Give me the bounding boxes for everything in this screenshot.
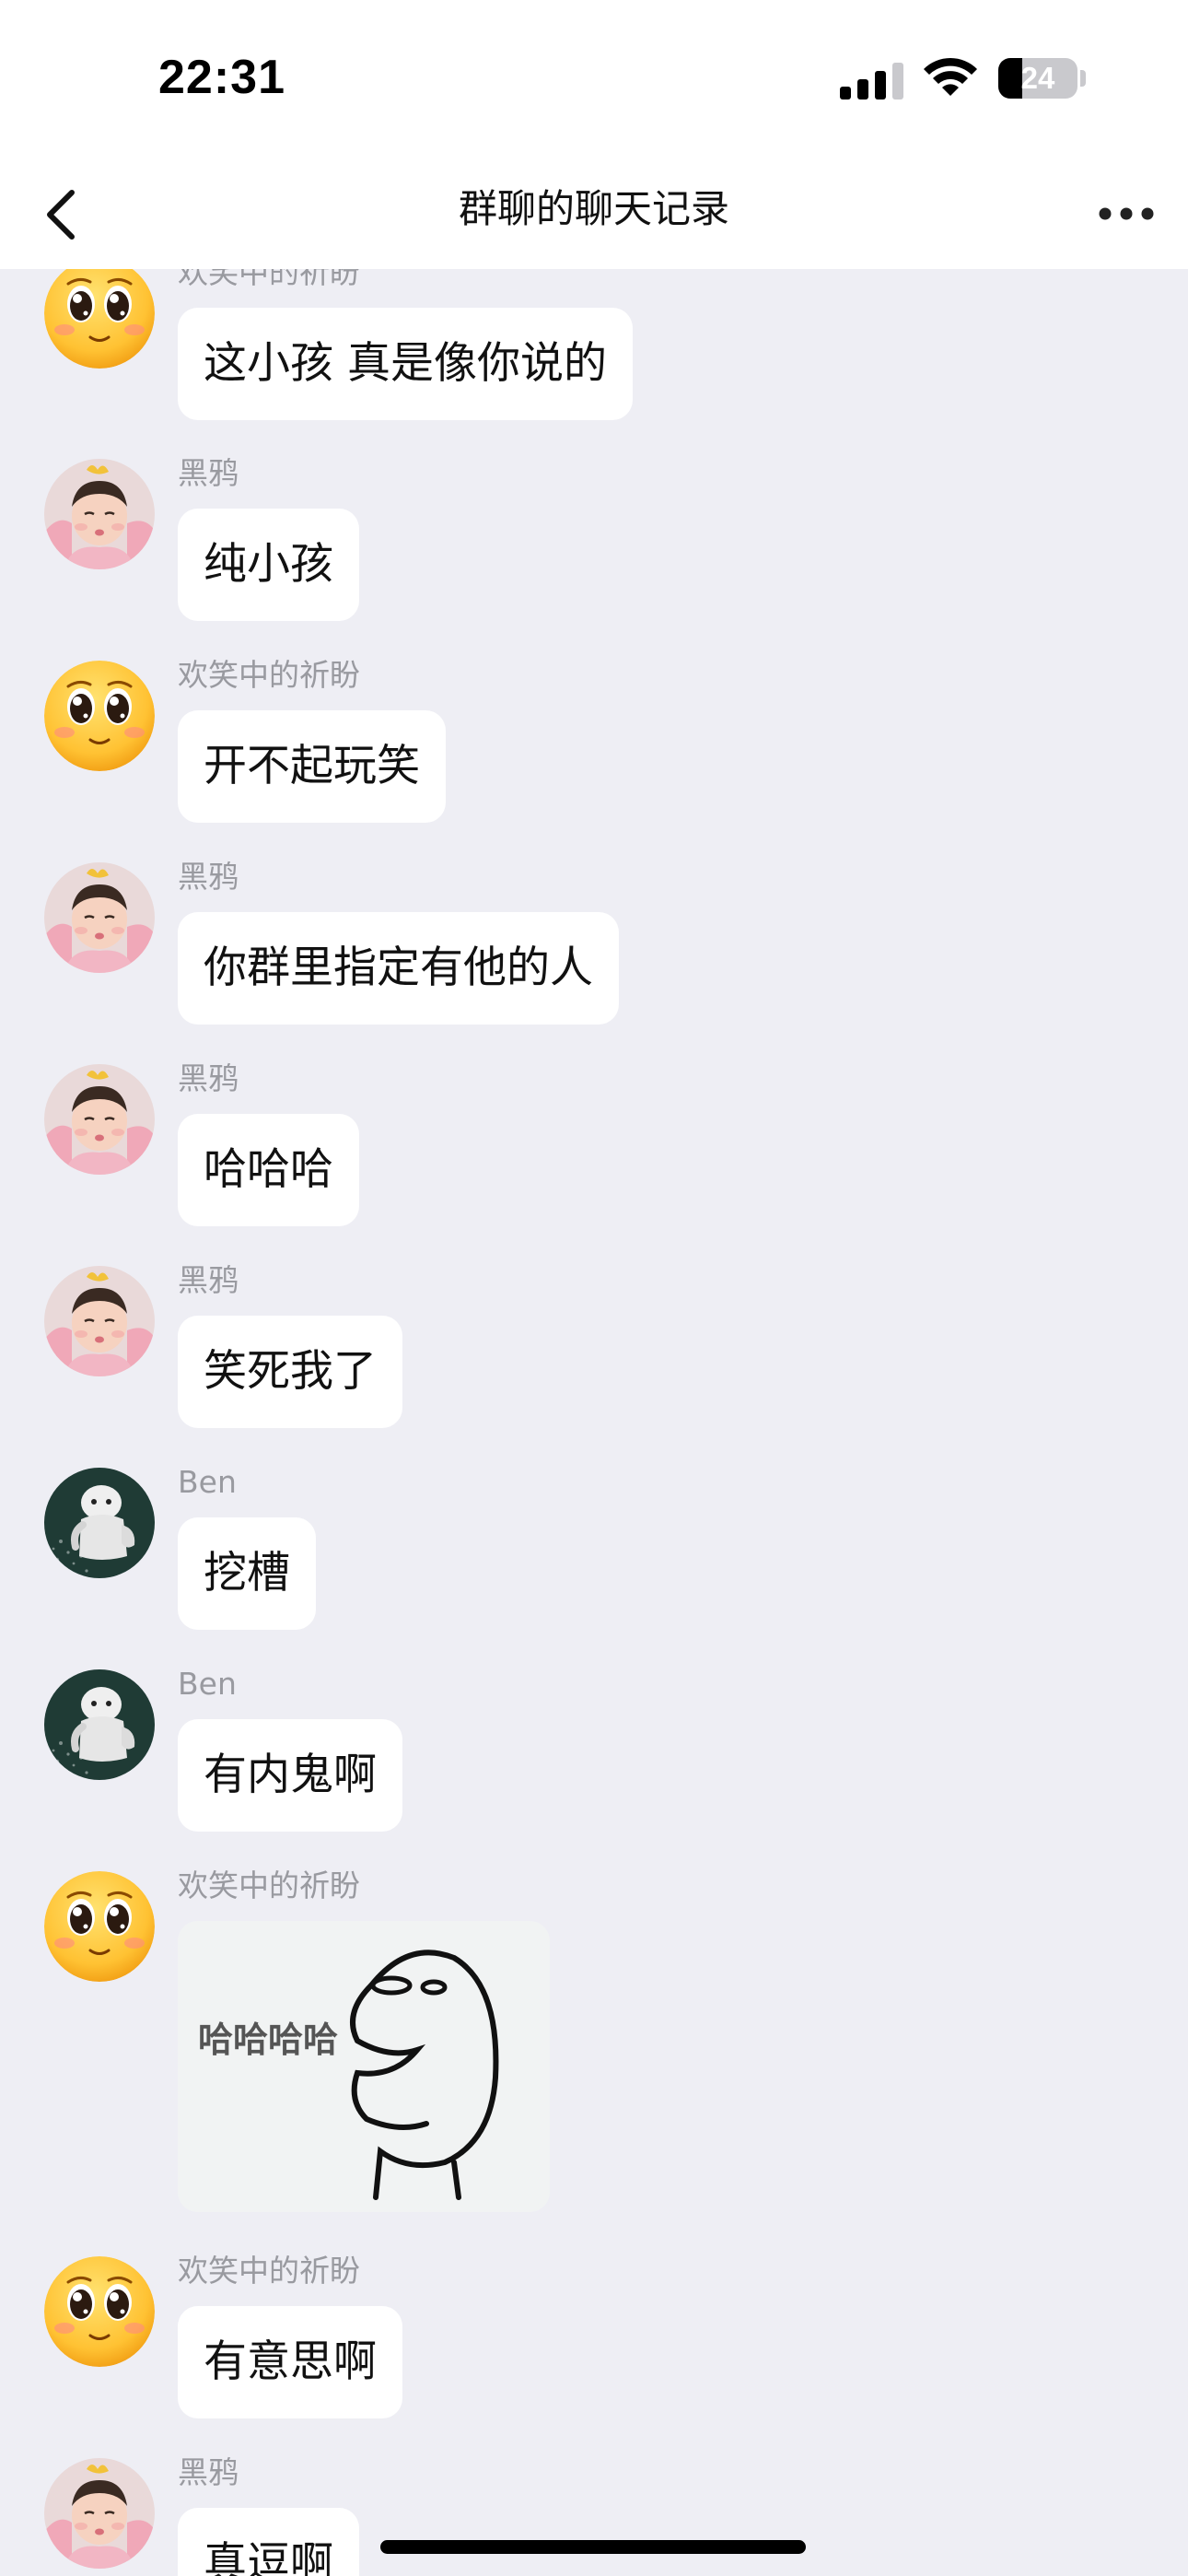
child-photo-avatar[interactable]: [44, 2458, 155, 2569]
status-bar: 22:31 24: [0, 0, 1188, 161]
sender-name: 欢笑中的祈盼: [178, 657, 360, 693]
child-photo-avatar[interactable]: [44, 1064, 155, 1175]
navigation-bar: 群聊的聊天记录: [0, 161, 1188, 269]
sender-name: Ben: [178, 1666, 237, 1702]
sender-name: 黑鸦: [178, 859, 239, 895]
more-options-icon[interactable]: [1087, 181, 1170, 246]
sender-name: 黑鸦: [178, 2454, 239, 2490]
message-bubble[interactable]: 笑死我了: [178, 1316, 402, 1428]
battery-icon: 24: [998, 58, 1077, 99]
sender-name: 欢笑中的祈盼: [178, 1868, 360, 1903]
message-bubble[interactable]: 挖槽: [178, 1517, 316, 1630]
home-indicator: [380, 2540, 806, 2554]
message-bubble[interactable]: 有内鬼啊: [178, 1719, 402, 1832]
sticker-caption: 哈哈哈哈: [198, 2020, 338, 2060]
battery-cap: [1080, 70, 1086, 87]
message-bubble[interactable]: 开不起玩笑: [178, 710, 446, 823]
message-bubble[interactable]: 纯小孩: [178, 509, 359, 621]
child-photo-avatar[interactable]: [44, 862, 155, 973]
emoji-face-avatar[interactable]: [44, 258, 155, 369]
page-title: 群聊的聊天记录: [458, 186, 729, 231]
cellular-signal-icon: [840, 61, 904, 100]
back-chevron-icon[interactable]: [28, 178, 101, 252]
ghost-figure-avatar[interactable]: [44, 1468, 155, 1578]
sender-name: Ben: [178, 1464, 237, 1500]
message-list[interactable]: 欢笑中的祈盼 这小孩 真是像你说的 黑鸦 纯小孩 欢笑中的祈盼 开不起玩笑 黑鸦 你群里指定有…: [0, 0, 1188, 2576]
sender-name: 欢笑中的祈盼: [178, 2253, 360, 2289]
status-time: 22:31: [158, 51, 285, 104]
message-bubble[interactable]: 真逗啊: [178, 2508, 359, 2576]
emoji-face-avatar[interactable]: [44, 661, 155, 771]
child-photo-avatar[interactable]: [44, 1266, 155, 1376]
message-bubble[interactable]: 这小孩 真是像你说的: [178, 308, 633, 420]
child-photo-avatar[interactable]: [44, 459, 155, 569]
emoji-face-avatar[interactable]: [44, 2256, 155, 2367]
sticker-image[interactable]: 哈哈哈哈: [178, 1921, 550, 2212]
wifi-icon: [924, 57, 977, 96]
emoji-face-avatar[interactable]: [44, 1871, 155, 1982]
battery-level: 24: [1020, 61, 1055, 95]
message-bubble[interactable]: 有意思啊: [178, 2306, 402, 2418]
sender-name: 黑鸦: [178, 1060, 239, 1096]
message-bubble[interactable]: 你群里指定有他的人: [178, 912, 619, 1025]
sender-name: 黑鸦: [178, 455, 239, 491]
ghost-figure-avatar[interactable]: [44, 1669, 155, 1780]
message-bubble[interactable]: 哈哈哈: [178, 1114, 359, 1226]
chat-history-screen: 欢笑中的祈盼 这小孩 真是像你说的 黑鸦 纯小孩 欢笑中的祈盼 开不起玩笑 黑鸦 你群里指定有…: [0, 0, 1188, 2576]
sender-name: 黑鸦: [178, 1262, 239, 1298]
